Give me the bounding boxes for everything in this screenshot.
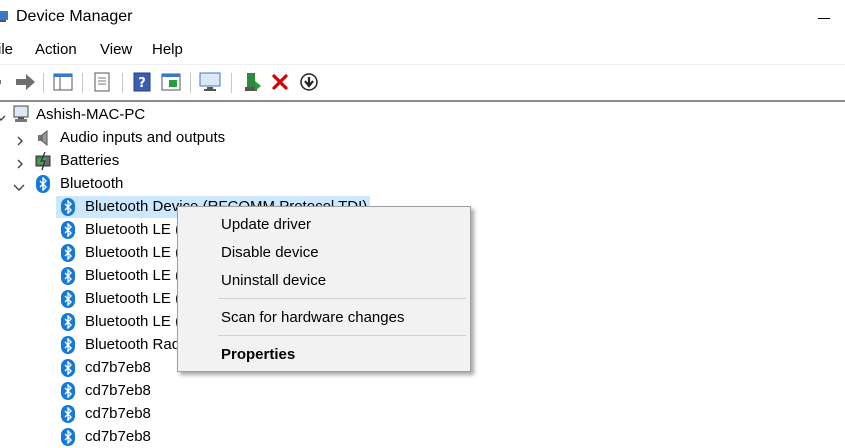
- tree-device-item[interactable]: cd7b7eb8: [56, 380, 296, 402]
- bluetooth-icon: [61, 221, 75, 239]
- update-driver-menu-item[interactable]: Update driver: [179, 211, 469, 237]
- bluetooth-icon: [61, 244, 75, 262]
- update-driver-icon[interactable]: [241, 71, 263, 93]
- disable-device-menu-item[interactable]: Disable device: [179, 239, 469, 265]
- action-pane-icon[interactable]: [160, 71, 182, 93]
- help-icon[interactable]: ?: [131, 71, 153, 93]
- device-label: cd7b7eb8: [85, 428, 151, 445]
- menu-separator: [218, 298, 466, 299]
- device-label: Bluetooth LE (: [85, 267, 181, 284]
- disable-device-icon[interactable]: [298, 71, 320, 93]
- computer-name: Ashish-MAC-PC: [36, 106, 146, 123]
- menu-separator: [218, 335, 466, 336]
- properties-sheet-icon[interactable]: [91, 71, 113, 93]
- menu-file[interactable]: ile: [0, 41, 13, 58]
- bluetooth-icon: [61, 313, 75, 331]
- properties-menu-item[interactable]: Properties: [179, 341, 469, 367]
- computer-icon: [12, 105, 30, 127]
- device-label: cd7b7eb8: [85, 359, 151, 376]
- scan-monitor-icon[interactable]: [199, 71, 221, 93]
- bluetooth-icon: [61, 267, 75, 285]
- bluetooth-icon: [61, 382, 75, 400]
- speaker-icon: [35, 129, 53, 151]
- tree-root-node[interactable]: Ashish-MAC-PC: [0, 104, 260, 126]
- category-label: Bluetooth: [60, 175, 124, 192]
- uninstall-x-icon[interactable]: [269, 71, 291, 93]
- chevron-right-icon[interactable]: [15, 133, 25, 146]
- uninstall-device-menu-item[interactable]: Uninstall device: [179, 267, 469, 293]
- device-label: Bluetooth LE (: [85, 313, 181, 330]
- tree-category-bluetooth[interactable]: Bluetooth: [0, 173, 260, 195]
- device-manager-icon: [0, 9, 10, 23]
- bluetooth-icon: [61, 198, 75, 216]
- context-menu: Update driver Disable device Uninstall d…: [177, 206, 471, 372]
- category-label: Audio inputs and outputs: [60, 129, 226, 146]
- title-bar: Device Manager: [0, 0, 845, 36]
- bluetooth-icon: [61, 290, 75, 308]
- device-label: Bluetooth LE (: [85, 221, 181, 238]
- forward-arrow-icon[interactable]: [14, 71, 36, 93]
- back-arrow-icon[interactable]: [0, 71, 10, 93]
- toolbar-divider: [0, 100, 845, 102]
- device-label: Bluetooth LE (: [85, 290, 181, 307]
- device-label: cd7b7eb8: [85, 382, 151, 399]
- tree-category-batteries[interactable]: Batteries: [0, 150, 260, 172]
- menu-view[interactable]: View: [100, 41, 132, 58]
- scan-hardware-menu-item[interactable]: Scan for hardware changes: [179, 304, 469, 330]
- bluetooth-icon: [36, 175, 50, 193]
- chevron-down-icon[interactable]: [0, 110, 6, 121]
- chevron-down-icon[interactable]: [13, 179, 25, 191]
- device-label: cd7b7eb8: [85, 405, 151, 422]
- window-title: Device Manager: [16, 8, 133, 25]
- menu-bar: ile Action View Help: [0, 38, 845, 62]
- device-label: Bluetooth Rad: [85, 336, 181, 353]
- battery-icon: [33, 151, 55, 175]
- tree-device-item[interactable]: cd7b7eb8: [56, 403, 296, 425]
- device-label: Bluetooth LE (: [85, 244, 181, 261]
- bluetooth-icon: [61, 359, 75, 377]
- menu-action[interactable]: Action: [35, 41, 77, 58]
- bluetooth-icon: [61, 336, 75, 354]
- menu-help[interactable]: Help: [152, 41, 183, 58]
- chevron-right-icon[interactable]: [15, 156, 25, 169]
- show-hide-console-tree-icon[interactable]: [52, 71, 74, 93]
- svg-text:?: ?: [138, 76, 146, 91]
- bluetooth-icon: [61, 428, 75, 446]
- category-label: Batteries: [60, 152, 120, 169]
- toolbar: ?: [0, 64, 845, 99]
- bluetooth-icon: [61, 405, 75, 423]
- minimize-button[interactable]: [812, 8, 836, 28]
- tree-category-audio[interactable]: Audio inputs and outputs: [0, 127, 260, 149]
- tree-device-item[interactable]: cd7b7eb8: [56, 426, 296, 448]
